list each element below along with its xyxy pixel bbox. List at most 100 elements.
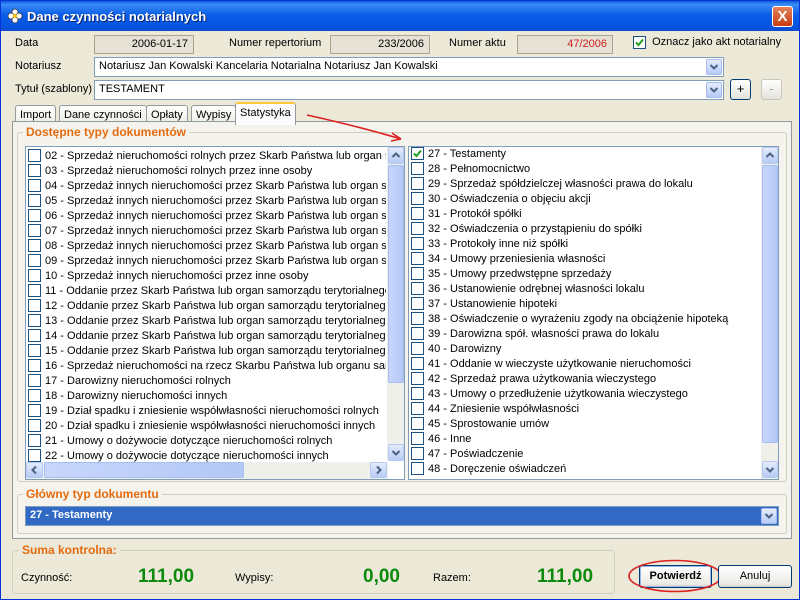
checkbox[interactable] [411,402,424,415]
mark-notarial-checkbox[interactable]: Oznacz jako akt notarialny [633,36,781,49]
h-scroll-thumb[interactable] [44,462,244,478]
checkbox[interactable] [28,239,41,252]
dropdown-button[interactable] [706,82,722,98]
checkbox[interactable] [411,162,424,175]
checkbox[interactable] [28,389,41,402]
cancel-button[interactable]: Anuluj [718,565,792,588]
list-item[interactable]: 21 - Umowy o dożywocie dotyczące nieruch… [28,434,386,449]
add-template-button[interactable]: + [730,79,751,100]
scroll-left-button[interactable] [26,462,43,478]
checkbox[interactable] [28,434,41,447]
left-list-hscroll[interactable] [26,462,388,479]
list-item[interactable]: 09 - Sprzedaż innych nieruchomości przez… [28,254,386,269]
close-button[interactable]: X [772,6,793,27]
main-type-combo[interactable]: 27 - Testamenty [25,506,779,526]
list-item[interactable]: 39 - Darowizna spół. własności prawa do … [411,327,759,342]
list-item[interactable]: 40 - Darowizny [411,342,759,357]
list-item[interactable]: 46 - Inne [411,432,759,447]
checkbox[interactable] [28,344,41,357]
checkbox[interactable] [411,177,424,190]
list-item[interactable]: 36 - Ustanowienie odrębnej własności lok… [411,282,759,297]
list-item[interactable]: 42 - Sprzedaż prawa użytkowania wieczyst… [411,372,759,387]
scroll-right-button[interactable] [370,462,387,478]
checkbox[interactable] [28,299,41,312]
list-item[interactable]: 34 - Umowy przeniesienia własności [411,252,759,267]
notary-combo[interactable]: Notariusz Jan Kowalski Kancelaria Notari… [94,57,724,77]
checkbox[interactable] [411,447,424,460]
scroll-down-button[interactable] [388,444,404,461]
list-item[interactable]: 19 - Dział spadku i zniesienie współwłas… [28,404,386,419]
list-item[interactable]: 18 - Darowizny nieruchomości innych [28,389,386,404]
date-field[interactable]: 2006-01-17 [94,35,194,54]
akt-number-field[interactable]: 47/2006 [517,35,613,54]
list-item[interactable]: 05 - Sprzedaż innych nieruchomości przez… [28,194,386,209]
checkbox[interactable] [411,147,424,160]
checkbox[interactable] [28,359,41,372]
list-item[interactable]: 31 - Protokół spółki [411,207,759,222]
list-item[interactable]: 08 - Sprzedaż innych nieruchomości przez… [28,239,386,254]
checkbox[interactable] [28,194,41,207]
checkbox[interactable] [28,224,41,237]
list-item[interactable]: 37 - Ustanowienie hipoteki [411,297,759,312]
list-item[interactable]: 48 - Doręczenie oświadczeń [411,462,759,477]
checkbox[interactable] [28,164,41,177]
checkbox[interactable] [28,149,41,162]
checkbox[interactable] [28,419,41,432]
dropdown-button[interactable] [761,508,777,524]
scroll-up-button[interactable] [762,147,778,164]
title-bar[interactable]: Dane czynności notarialnych X [1,1,799,31]
list-item[interactable]: 15 - Oddanie przez Skarb Państwa lub org… [28,344,386,359]
list-item[interactable]: 32 - Oświadczenia o przystąpieniu do spó… [411,222,759,237]
list-item[interactable]: 41 - Oddanie w wieczyste użytkowanie nie… [411,357,759,372]
list-item[interactable]: 35 - Umowy przedwstępne sprzedaży [411,267,759,282]
list-item[interactable]: 38 - Oświadczenie o wyrażeniu zgody na o… [411,312,759,327]
left-list-vscroll[interactable] [387,147,404,461]
checkbox[interactable] [28,254,41,267]
available-types-list[interactable]: 02 - Sprzedaż nieruchomości rolnych prze… [25,146,405,480]
list-item[interactable]: 20 - Dział spadku i zniesienie współwłas… [28,419,386,434]
checkbox[interactable] [411,357,424,370]
checkbox[interactable] [411,372,424,385]
dropdown-button[interactable] [706,59,722,75]
scroll-down-button[interactable] [762,461,778,478]
list-item[interactable]: 45 - Sprostowanie umów [411,417,759,432]
checkbox[interactable] [411,267,424,280]
list-item[interactable]: 13 - Oddanie przez Skarb Państwa lub org… [28,314,386,329]
checkbox[interactable] [411,342,424,355]
checkbox[interactable] [28,209,41,222]
scroll-thumb[interactable] [762,165,778,443]
checkbox[interactable] [411,462,424,475]
list-item[interactable]: 12 - Oddanie przez Skarb Państwa lub org… [28,299,386,314]
scroll-thumb[interactable] [388,165,404,383]
checkbox[interactable] [28,314,41,327]
checkbox[interactable] [411,252,424,265]
checkbox[interactable] [633,36,646,49]
list-item[interactable]: 02 - Sprzedaż nieruchomości rolnych prze… [28,149,386,164]
checkbox[interactable] [28,374,41,387]
checkbox[interactable] [411,192,424,205]
checkbox[interactable] [411,297,424,310]
checkbox[interactable] [28,329,41,342]
checkbox[interactable] [411,432,424,445]
checkbox[interactable] [411,417,424,430]
list-item[interactable]: 43 - Umowy o przedłużenie użytkowania wi… [411,387,759,402]
right-list-vscroll[interactable] [761,147,778,479]
list-item[interactable]: 07 - Sprzedaż innych nieruchomości przez… [28,224,386,239]
checkbox[interactable] [28,284,41,297]
checkbox[interactable] [411,327,424,340]
checkbox[interactable] [411,282,424,295]
list-item[interactable]: 17 - Darowizny nieruchomości rolnych [28,374,386,389]
checkbox[interactable] [411,207,424,220]
checkbox[interactable] [411,222,424,235]
checkbox[interactable] [28,179,41,192]
list-item[interactable]: 11 - Oddanie przez Skarb Państwa lub org… [28,284,386,299]
list-item[interactable]: 06 - Sprzedaż innych nieruchomości przez… [28,209,386,224]
tab-statystyka[interactable]: Statystyka [235,102,296,125]
checkbox[interactable] [411,312,424,325]
list-item[interactable]: 30 - Oświadczenia o objęciu akcji [411,192,759,207]
repertorium-field[interactable]: 233/2006 [330,35,430,54]
selected-types-list[interactable]: 27 - Testamenty 28 - Pełnomocnictwo 29 - S… [408,146,779,480]
remove-template-button[interactable]: - [761,79,782,100]
list-item[interactable]: 29 - Sprzedaż spółdzielczej własności pr… [411,177,759,192]
list-item[interactable]: 10 - Sprzedaż innych nieruchomości przez… [28,269,386,284]
